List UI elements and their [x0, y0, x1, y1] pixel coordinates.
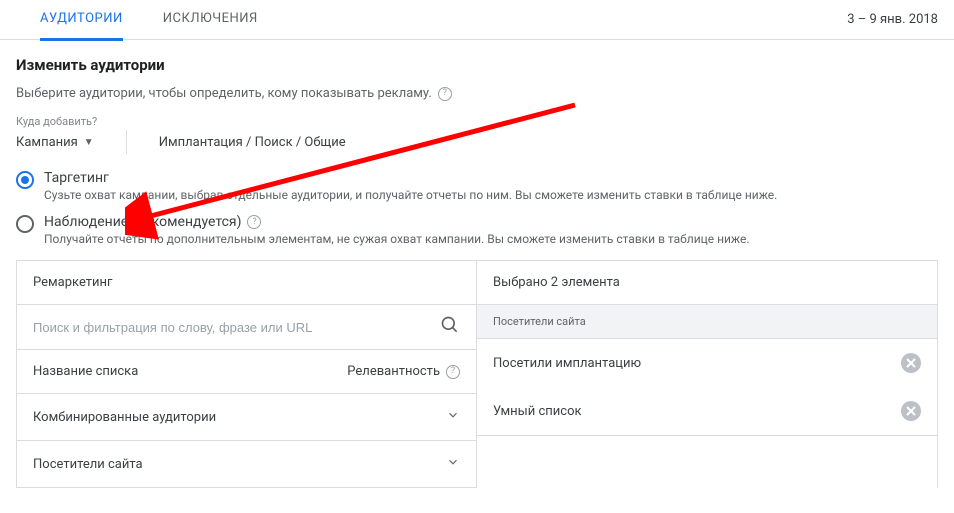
radio-targeting-desc: Сузьте охват кампании, выбрав отдельные …	[44, 188, 777, 202]
right-header: Выбрано 2 элемента	[477, 261, 937, 305]
table-header-row: Название списка Релевантность ?	[17, 350, 476, 394]
chevron-down-icon	[446, 455, 460, 473]
subtitle-text: Выберите аудитории, чтобы определить, ко…	[16, 86, 432, 101]
panel-left: Ремаркетинг Название списка Релевантност…	[17, 261, 477, 488]
radio-targeting-title: Таргетинг	[44, 170, 777, 186]
section-label: Посетители сайта	[477, 305, 937, 339]
where-row: Куда добавить? Кампания ▼ Имплантация / …	[16, 115, 938, 154]
where-label: Куда добавить?	[16, 115, 938, 128]
level-dropdown[interactable]: Кампания ▼	[16, 135, 94, 150]
tab-audiences[interactable]: АУДИТОРИИ	[40, 0, 123, 41]
search-row	[17, 305, 476, 350]
panel-right: Выбрано 2 элемента Посетители сайта Посе…	[477, 261, 937, 488]
content: Изменить аудитории Выберите аудитории, ч…	[0, 40, 954, 488]
left-header-label: Ремаркетинг	[33, 275, 113, 290]
list-item-label: Комбинированные аудитории	[33, 410, 216, 425]
radio-icon	[16, 171, 34, 189]
help-icon[interactable]: ?	[247, 215, 261, 229]
radio-icon	[16, 215, 34, 233]
radio-group: Таргетинг Сузьте охват кампании, выбрав …	[16, 170, 938, 246]
list-item-visitors[interactable]: Посетители сайта	[17, 441, 476, 488]
left-header[interactable]: Ремаркетинг	[17, 261, 476, 305]
selector-panels: Ремаркетинг Название списка Релевантност…	[16, 260, 938, 488]
page-subtitle: Выберите аудитории, чтобы определить, ко…	[16, 86, 938, 101]
search-icon[interactable]	[440, 315, 460, 339]
radio-observation-desc: Получайте отчеты по дополнительным элеме…	[44, 232, 750, 246]
list-item-label: Посетители сайта	[33, 457, 143, 472]
campaign-path: Имплантация / Поиск / Общие	[159, 135, 346, 150]
col-name-label: Название списка	[33, 364, 138, 379]
tabs: АУДИТОРИИ ИСКЛЮЧЕНИЯ	[40, 0, 258, 41]
radio-observation[interactable]: Наблюдение (рекомендуется) ? Получайте о…	[16, 214, 938, 246]
selected-item-label: Умный список	[493, 404, 582, 419]
right-header-label: Выбрано 2 элемента	[493, 275, 620, 290]
vertical-divider	[126, 130, 127, 154]
radio-targeting[interactable]: Таргетинг Сузьте охват кампании, выбрав …	[16, 170, 938, 202]
search-input[interactable]	[33, 320, 432, 335]
level-dropdown-label: Кампания	[16, 135, 78, 150]
help-icon[interactable]: ?	[438, 87, 452, 101]
selected-item: Посетили имплантацию	[477, 339, 937, 387]
date-range[interactable]: 3 – 9 янв. 2018	[847, 12, 938, 27]
topbar: АУДИТОРИИ ИСКЛЮЧЕНИЯ 3 – 9 янв. 2018	[0, 0, 954, 40]
caret-down-icon: ▼	[84, 137, 94, 148]
col-relevance-label: Релевантность	[347, 364, 440, 379]
radio-observation-title: Наблюдение (рекомендуется)	[44, 214, 241, 230]
remove-button[interactable]	[901, 353, 921, 373]
remove-button[interactable]	[901, 401, 921, 421]
page-title: Изменить аудитории	[16, 56, 938, 74]
selected-item: Умный список	[477, 387, 937, 435]
help-icon[interactable]: ?	[446, 365, 460, 379]
list-item-combined[interactable]: Комбинированные аудитории	[17, 394, 476, 441]
selected-item-label: Посетили имплантацию	[493, 356, 641, 371]
tab-exclusions[interactable]: ИСКЛЮЧЕНИЯ	[163, 0, 258, 41]
chevron-down-icon	[446, 408, 460, 426]
